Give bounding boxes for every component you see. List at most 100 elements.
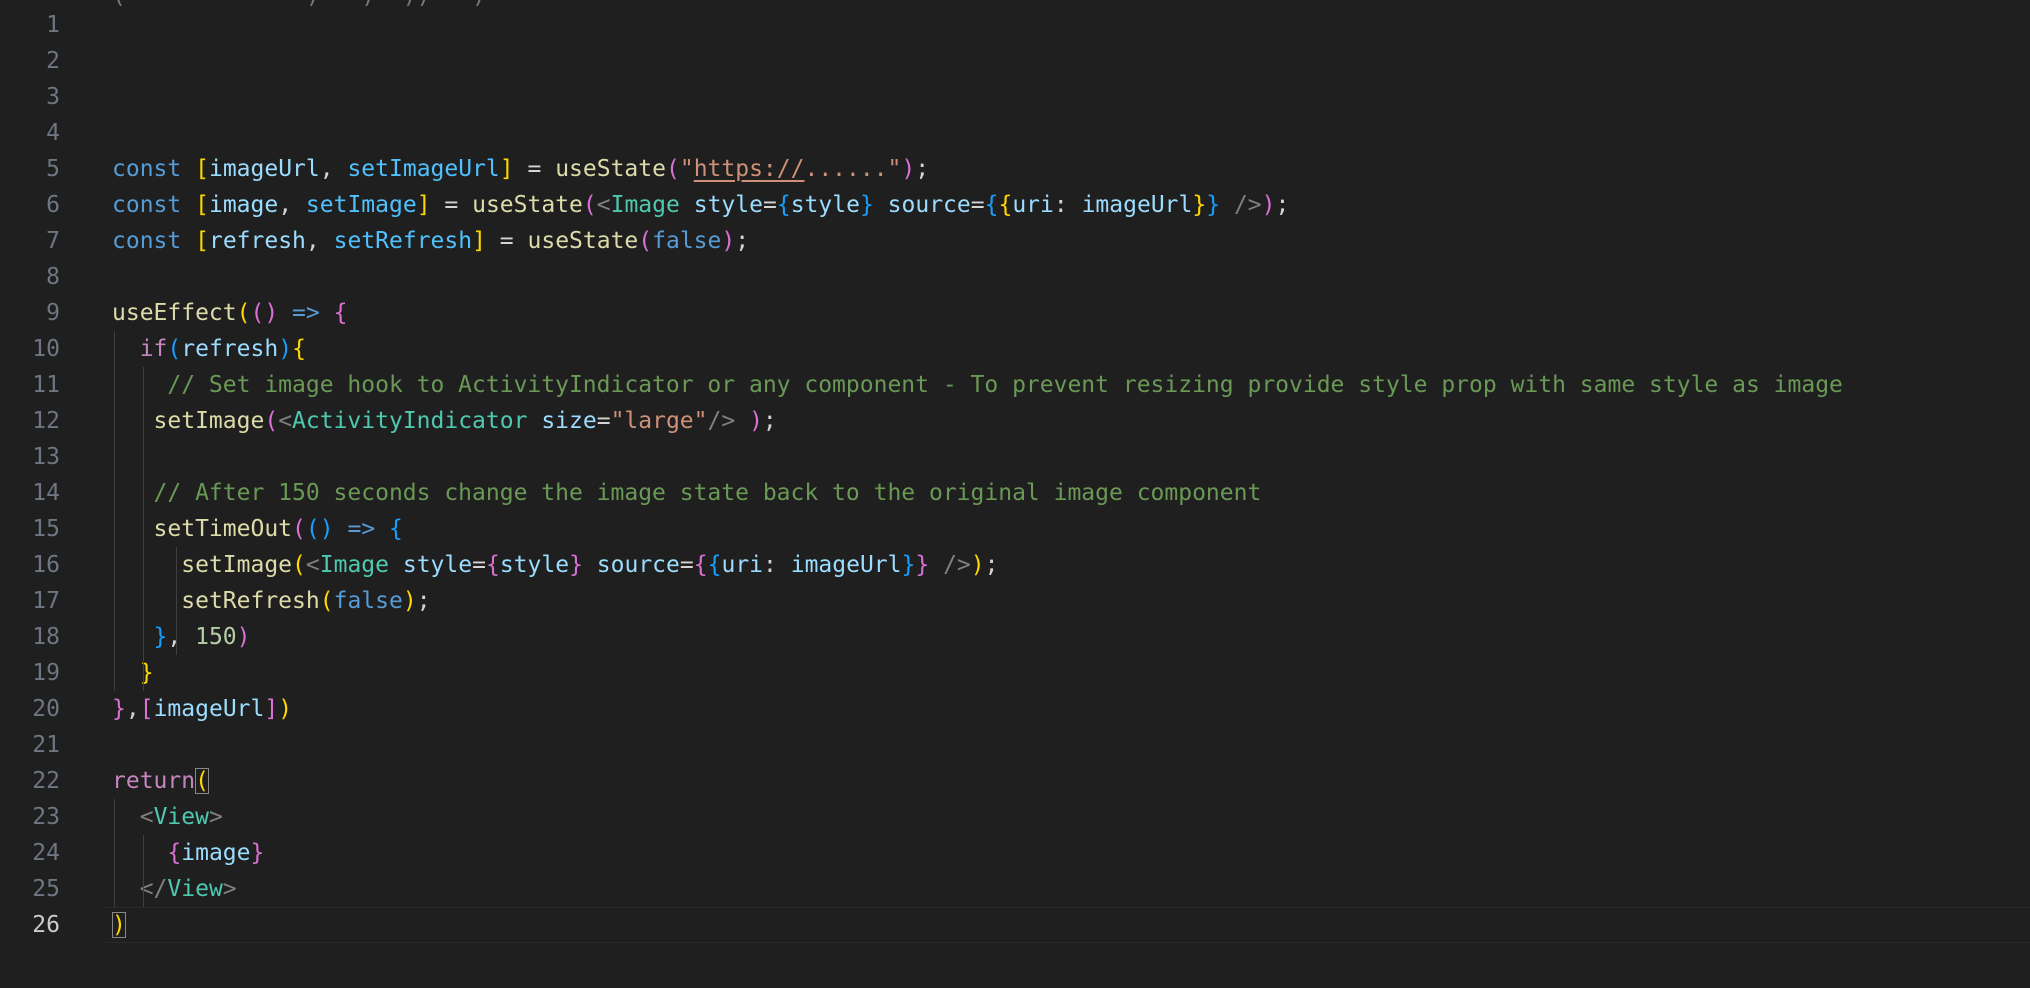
code-line[interactable]: 6 const [image, setImage] = useState(<Ima… bbox=[0, 187, 2030, 223]
code-token: => bbox=[347, 516, 376, 542]
code-line[interactable]: 7 const [refresh, setRefresh] = useState(… bbox=[0, 223, 2030, 259]
code-text: ) bbox=[112, 907, 126, 943]
code-token: // After 150 seconds change the image st… bbox=[153, 480, 1262, 506]
code-token: { bbox=[776, 192, 791, 218]
code-line[interactable]: 15 setTimeOut(() => { bbox=[0, 511, 2030, 547]
code-line[interactable]: 17 setRefresh(false); bbox=[0, 583, 2030, 619]
code-token: > bbox=[222, 876, 237, 902]
code-line[interactable]: 8 bbox=[0, 259, 2030, 295]
code-token: image bbox=[181, 840, 251, 866]
code-line[interactable]: 26) bbox=[0, 907, 2030, 943]
code-token: = bbox=[485, 228, 528, 254]
code-token: > bbox=[208, 804, 223, 830]
code-token: ( bbox=[292, 516, 306, 542]
code-token: () bbox=[305, 516, 334, 542]
code-line[interactable]: 2 bbox=[0, 43, 2030, 79]
code-token: ; bbox=[915, 156, 930, 182]
code-token: setRefresh bbox=[181, 588, 320, 614]
code-line[interactable]: 5 const [imageUrl, setImageUrl] = useStat… bbox=[0, 151, 2030, 187]
code-token: = bbox=[513, 156, 556, 182]
code-token: useState bbox=[527, 228, 639, 254]
code-token: // Set image hook to ActivityIndicator o… bbox=[167, 372, 1843, 398]
code-text: const [image, setImage] = useState(<Imag… bbox=[112, 187, 1289, 223]
code-token: ; bbox=[1275, 192, 1290, 218]
code-line[interactable]: 10 if(refresh){ bbox=[0, 331, 2030, 367]
code-line[interactable]: 11 // Set image hook to ActivityIndicato… bbox=[0, 367, 2030, 403]
code-token: /> bbox=[1233, 192, 1262, 218]
code-token: ( bbox=[582, 192, 597, 218]
code-token: uri bbox=[721, 552, 764, 578]
code-line[interactable]: 19 } bbox=[0, 655, 2030, 691]
line-number: 11 bbox=[32, 372, 60, 398]
line-number: 6 bbox=[46, 192, 60, 218]
code-token: ) bbox=[278, 336, 293, 362]
code-editor[interactable]: ( ) ) )) ) 1 2345const [imageUrl, setImag… bbox=[0, 0, 2030, 988]
code-line[interactable]: 21 bbox=[0, 727, 2030, 763]
code-token: } bbox=[250, 840, 265, 866]
code-line[interactable]: 23 <View> bbox=[0, 799, 2030, 835]
code-token: imageUrl bbox=[153, 696, 265, 722]
code-token: { bbox=[333, 300, 348, 326]
code-token: , bbox=[278, 192, 306, 218]
code-token: { bbox=[292, 336, 306, 362]
code-token: const bbox=[112, 228, 182, 254]
code-line[interactable]: 16 setImage(<Image style={style} source=… bbox=[0, 547, 2030, 583]
code-token: ) bbox=[721, 228, 736, 254]
code-text: // After 150 seconds change the image st… bbox=[112, 475, 1262, 511]
code-token: ( bbox=[167, 336, 182, 362]
code-token: , bbox=[167, 624, 196, 650]
code-line[interactable]: 12 setImage(<ActivityIndicator size="lar… bbox=[0, 403, 2030, 439]
code-token: const bbox=[112, 156, 182, 182]
code-token: setImage bbox=[153, 408, 265, 434]
code-token: < bbox=[596, 192, 611, 218]
code-line[interactable]: 3 bbox=[0, 79, 2030, 115]
code-token: ( bbox=[292, 552, 306, 578]
code-line[interactable]: 18 }, 150) bbox=[0, 619, 2030, 655]
code-token: "large" bbox=[610, 408, 708, 434]
code-line[interactable]: 4 bbox=[0, 115, 2030, 151]
code-line[interactable]: 25 </View> bbox=[0, 871, 2030, 907]
line-number: 1 bbox=[46, 12, 60, 38]
code-line[interactable]: 1 bbox=[0, 7, 2030, 43]
code-token: { bbox=[693, 552, 708, 578]
code-token: if bbox=[139, 336, 168, 362]
line-number: 8 bbox=[46, 264, 60, 290]
code-token: { bbox=[167, 840, 182, 866]
code-token: https:// bbox=[693, 156, 805, 182]
code-token: style bbox=[693, 192, 763, 218]
code-token: } bbox=[569, 552, 583, 578]
code-token: useState bbox=[472, 192, 583, 218]
code-token: [ bbox=[195, 156, 209, 182]
indent-guide bbox=[143, 367, 145, 691]
code-token: ) bbox=[901, 156, 916, 182]
code-token: { bbox=[984, 192, 999, 218]
code-token: setImage bbox=[305, 192, 417, 218]
current-line-highlight bbox=[105, 907, 2030, 943]
line-number: 9 bbox=[46, 300, 60, 326]
code-line[interactable]: 24 {image} bbox=[0, 835, 2030, 871]
code-token: source bbox=[887, 192, 971, 218]
code-token: source bbox=[596, 552, 680, 578]
code-line[interactable]: 9 useEffect(() => { bbox=[0, 295, 2030, 331]
code-token: /> bbox=[943, 552, 971, 578]
code-token: false bbox=[652, 228, 722, 254]
code-line[interactable]: 14 // After 150 seconds change the image… bbox=[0, 475, 2030, 511]
code-token: ] bbox=[416, 192, 431, 218]
code-token: } bbox=[915, 552, 930, 578]
code-text: </View> bbox=[112, 871, 237, 907]
code-token: ] bbox=[264, 696, 279, 722]
code-token: ) bbox=[1261, 192, 1276, 218]
code-token: ) bbox=[278, 696, 293, 722]
code-line[interactable]: 22 return( bbox=[0, 763, 2030, 799]
code-token: } bbox=[1192, 192, 1207, 218]
code-token: < bbox=[139, 804, 154, 830]
code-token: { bbox=[998, 192, 1013, 218]
code-token: ) bbox=[970, 552, 985, 578]
code-line[interactable]: 20},[imageUrl]) bbox=[0, 691, 2030, 727]
code-line[interactable]: 13 bbox=[0, 439, 2030, 475]
